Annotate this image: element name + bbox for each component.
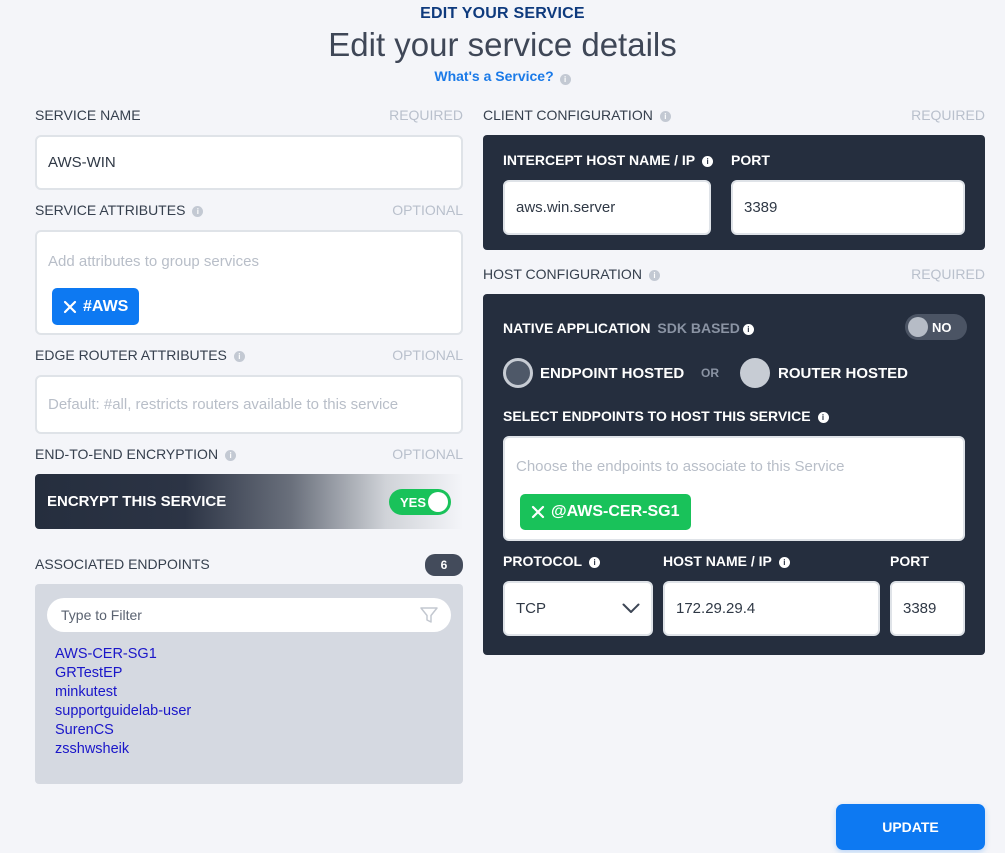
service-name-label: SERVICE NAME — [35, 107, 141, 123]
intercept-host-input[interactable]: aws.win.server — [503, 180, 711, 235]
encryption-label: END-TO-END ENCRYPTION i — [35, 446, 237, 462]
edge-router-attributes-label-text: EDGE ROUTER ATTRIBUTES — [35, 347, 227, 363]
service-attributes-placeholder: Add attributes to group services — [48, 253, 259, 270]
endpoint-chip-label: @AWS-CER-SG1 — [551, 503, 680, 520]
endpoint-count-badge: 6 — [425, 554, 463, 576]
endpoint-chip-aws-cer-sg1[interactable]: @AWS-CER-SG1 — [520, 494, 691, 530]
edge-router-optional: OPTIONAL — [392, 347, 463, 363]
endpoint-hosted-radio[interactable] — [503, 358, 533, 388]
select-endpoints-placeholder: Choose the endpoints to associate to thi… — [516, 458, 845, 475]
associated-endpoints-label: ASSOCIATED ENDPOINTS — [35, 556, 210, 572]
host-name-value: 172.29.29.4 — [676, 600, 756, 617]
edge-router-placeholder: Default: #all, restricts routers availab… — [48, 396, 399, 413]
host-port-label: PORT — [890, 553, 929, 569]
remove-chip-icon[interactable] — [531, 505, 545, 519]
protocol-label-text: PROTOCOL — [503, 553, 583, 569]
host-port-input[interactable]: 3389 — [890, 581, 965, 636]
chevron-down-icon — [622, 603, 640, 613]
toggle-knob — [908, 317, 928, 337]
native-application-label-text: NATIVE APPLICATION — [503, 320, 651, 336]
info-icon[interactable]: i — [702, 156, 714, 167]
host-name-label: HOST NAME / IP i — [663, 553, 790, 569]
client-port-label: PORT — [731, 152, 770, 168]
service-name-value: AWS-WIN — [48, 154, 116, 171]
info-icon[interactable]: i — [225, 450, 237, 461]
encryption-label-text: END-TO-END ENCRYPTION — [35, 446, 219, 462]
toggle-knob — [428, 492, 448, 512]
native-app-toggle[interactable]: NO — [905, 314, 967, 340]
filter-icon[interactable] — [419, 605, 439, 625]
encrypt-toggle[interactable]: YES — [389, 489, 451, 515]
intercept-host-value: aws.win.server — [516, 199, 616, 216]
attribute-chip-aws[interactable]: #AWS — [52, 288, 140, 325]
endpoint-list: AWS-CER-SG1 GRTestEP minkutest supportgu… — [55, 645, 191, 759]
protocol-label: PROTOCOL i — [503, 553, 601, 569]
endpoint-list-item[interactable]: supportguidelab-user — [55, 702, 191, 721]
page-kicker: EDIT YOUR SERVICE — [420, 5, 585, 22]
intercept-host-label-text: INTERCEPT HOST NAME / IP — [503, 152, 696, 168]
remove-chip-icon[interactable] — [63, 300, 77, 314]
or-separator: OR — [701, 366, 719, 380]
host-name-input[interactable]: 172.29.29.4 — [663, 581, 880, 636]
endpoint-list-item[interactable]: zsshwsheik — [55, 740, 191, 759]
client-port-input[interactable]: 3389 — [731, 180, 965, 235]
host-name-label-text: HOST NAME / IP — [663, 553, 772, 569]
attribute-chip-label: #AWS — [83, 297, 129, 315]
host-configuration-label-text: HOST CONFIGURATION — [483, 266, 642, 282]
help-link-label: What's a Service? — [434, 68, 554, 84]
router-hosted-radio[interactable] — [740, 358, 770, 388]
protocol-value: TCP — [516, 600, 546, 617]
host-configuration-required: REQUIRED — [911, 266, 985, 282]
host-port-value: 3389 — [903, 600, 937, 617]
client-port-value: 3389 — [744, 199, 778, 216]
info-icon: i — [559, 74, 571, 85]
native-toggle-label: NO — [932, 320, 952, 335]
whats-a-service-link[interactable]: What's a Service? i — [0, 68, 1005, 85]
info-icon[interactable]: i — [817, 412, 829, 423]
host-configuration-panel: NATIVE APPLICATION SDK BASED i NO ENDPOIN… — [483, 294, 985, 655]
edge-router-attributes-label: EDGE ROUTER ATTRIBUTES i — [35, 347, 245, 363]
client-configuration-label: CLIENT CONFIGURATION i — [483, 107, 671, 123]
client-configuration-label-text: CLIENT CONFIGURATION — [483, 107, 653, 123]
protocol-select[interactable]: TCP — [503, 581, 653, 636]
host-configuration-label: HOST CONFIGURATION i — [483, 266, 660, 282]
sdk-based-label: SDK BASED — [657, 320, 740, 336]
associated-endpoints-panel: Type to Filter AWS-CER-SG1 GRTestEP mink… — [35, 584, 463, 784]
endpoint-list-item[interactable]: GRTestEP — [55, 664, 191, 683]
endpoint-list-item[interactable]: SurenCS — [55, 721, 191, 740]
encryption-optional: OPTIONAL — [392, 446, 463, 462]
encrypt-toggle-label: YES — [400, 495, 427, 510]
info-icon[interactable]: i — [778, 557, 790, 568]
info-icon[interactable]: i — [589, 557, 601, 568]
endpoint-hosted-label[interactable]: ENDPOINT HOSTED — [540, 365, 684, 382]
select-endpoints-label: SELECT ENDPOINTS TO HOST THIS SERVICE i — [503, 408, 829, 424]
page-title: Edit your service details — [328, 26, 677, 63]
service-attributes-label-text: SERVICE ATTRIBUTES — [35, 202, 186, 218]
service-name-required: REQUIRED — [389, 107, 463, 123]
encryption-bar: ENCRYPT THIS SERVICE YES — [35, 474, 463, 529]
endpoint-filter-input[interactable]: Type to Filter — [47, 598, 451, 632]
endpoint-list-item[interactable]: AWS-CER-SG1 — [55, 645, 191, 664]
service-name-input[interactable]: AWS-WIN — [35, 135, 463, 190]
client-configuration-required: REQUIRED — [911, 107, 985, 123]
service-attributes-label: SERVICE ATTRIBUTES i — [35, 202, 204, 218]
info-icon[interactable]: i — [233, 351, 245, 362]
info-icon[interactable]: i — [742, 324, 754, 335]
intercept-host-label: INTERCEPT HOST NAME / IP i — [503, 152, 714, 168]
router-hosted-label[interactable]: ROUTER HOSTED — [778, 365, 908, 382]
filter-placeholder: Type to Filter — [61, 607, 142, 623]
edge-router-attributes-input[interactable]: Default: #all, restricts routers availab… — [35, 375, 463, 434]
info-icon[interactable]: i — [192, 206, 204, 217]
info-icon[interactable]: i — [648, 270, 660, 281]
client-configuration-panel: INTERCEPT HOST NAME / IP i PORT aws.win.s… — [483, 135, 985, 250]
info-icon[interactable]: i — [659, 111, 671, 122]
native-application-label: NATIVE APPLICATION SDK BASED i — [503, 320, 754, 336]
select-endpoints-label-text: SELECT ENDPOINTS TO HOST THIS SERVICE — [503, 408, 811, 424]
encrypt-service-label: ENCRYPT THIS SERVICE — [47, 493, 227, 510]
update-button[interactable]: UPDATE — [836, 804, 985, 850]
service-attributes-optional: OPTIONAL — [392, 202, 463, 218]
endpoint-list-item[interactable]: minkutest — [55, 683, 191, 702]
